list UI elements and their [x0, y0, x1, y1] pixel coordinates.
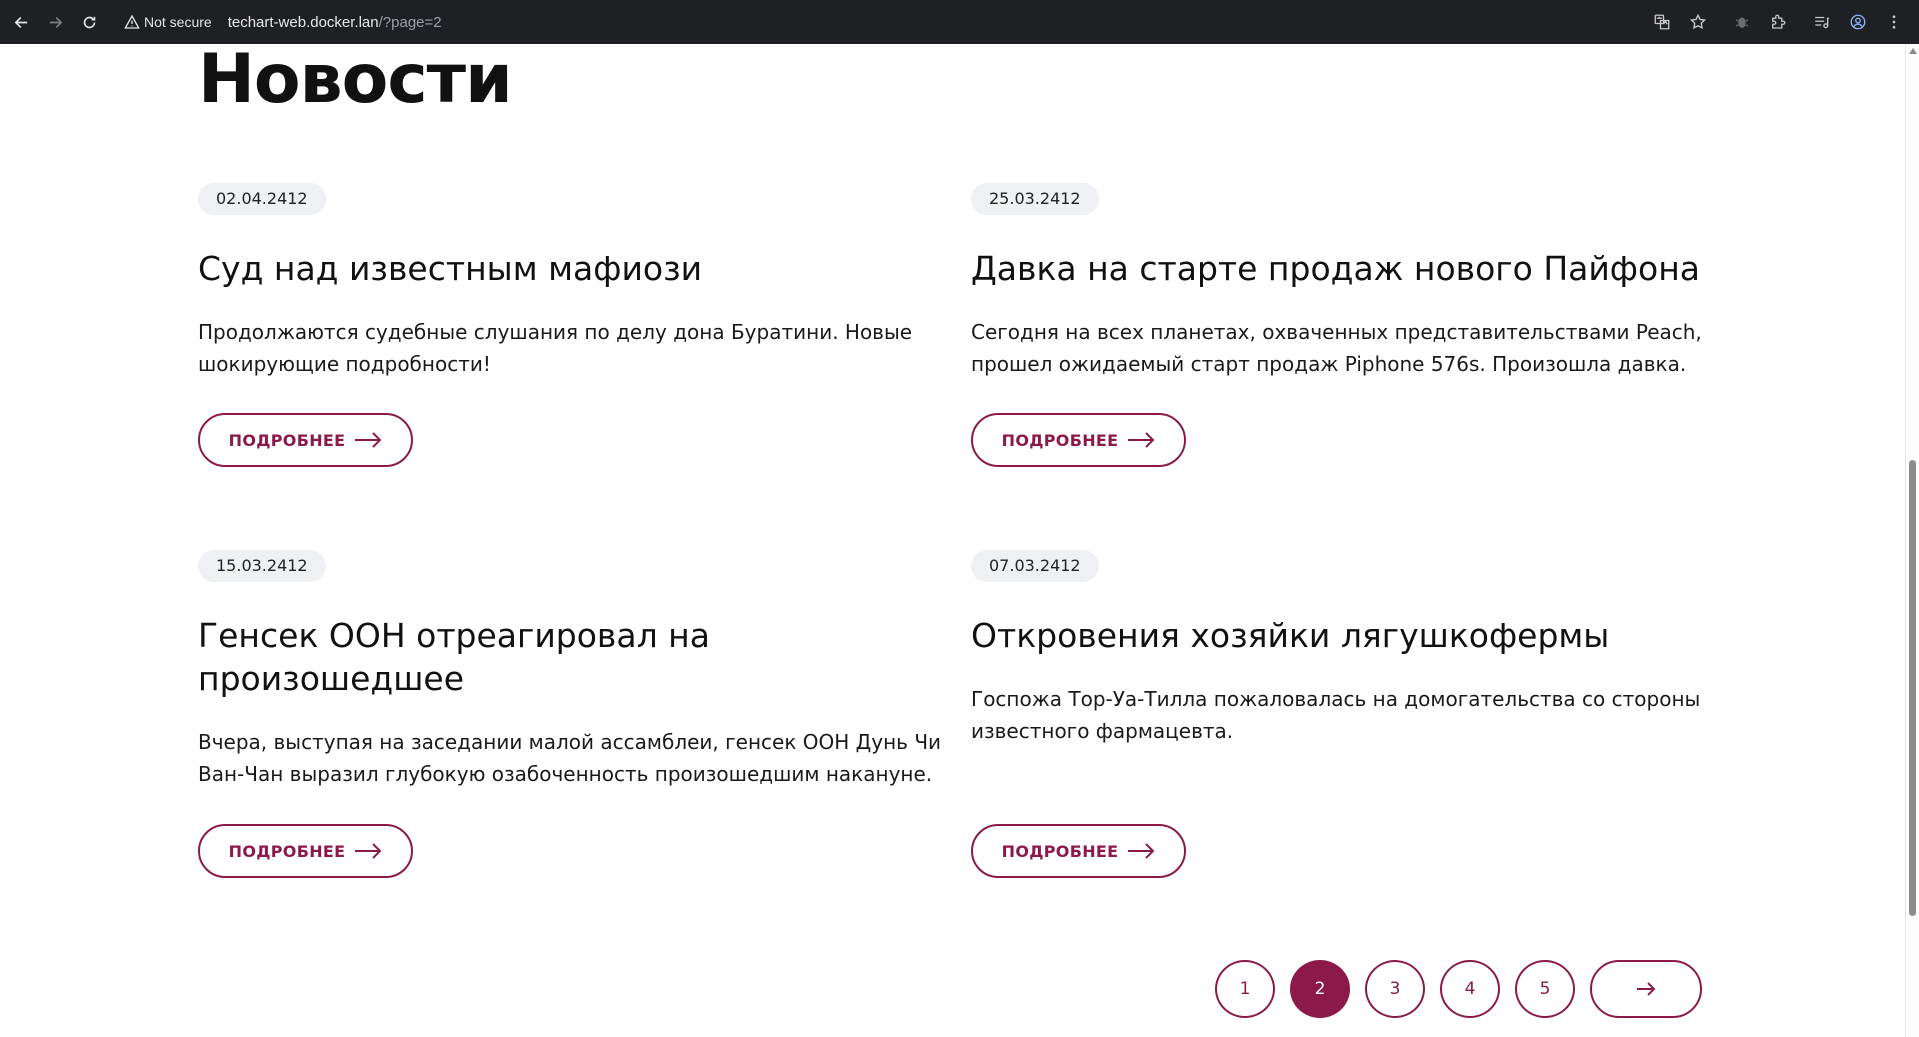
url-path: /?page=2	[378, 13, 442, 31]
more-button[interactable]: ПОДРОБНЕЕ	[971, 824, 1186, 878]
page-title: Новости	[198, 44, 513, 119]
date-badge: 02.04.2412	[198, 183, 326, 215]
page-link-3[interactable]: 3	[1365, 960, 1425, 1018]
menu-dots-icon[interactable]	[1883, 11, 1905, 33]
news-title[interactable]: Генсек ООН отреагировал на произошедшее	[198, 614, 758, 700]
bug-icon[interactable]	[1731, 11, 1753, 33]
news-title[interactable]: Откровения хозяйки лягушкофермы	[971, 614, 1731, 657]
more-button[interactable]: ПОДРОБНЕЕ	[971, 413, 1186, 467]
news-card: 07.03.2412 Откровения хозяйки лягушкофер…	[971, 550, 1731, 890]
url-host: techart-web.docker.lan	[227, 13, 379, 31]
extensions-icon[interactable]	[1767, 11, 1789, 33]
news-excerpt: Продолжаются судебные слушания по делу д…	[198, 320, 913, 376]
pagination: 1 2 3 4 5	[1215, 960, 1702, 1018]
page-viewport: Новости 02.04.2412 Суд над известным маф…	[0, 44, 1905, 1037]
page-link-4[interactable]: 4	[1440, 960, 1500, 1018]
scrollbar-thumb[interactable]	[1909, 460, 1916, 916]
arrow-right-icon	[1128, 432, 1155, 448]
news-card: 15.03.2412 Генсек ООН отреагировал на пр…	[198, 550, 958, 890]
more-button[interactable]: ПОДРОБНЕЕ	[198, 413, 413, 467]
profile-avatar-icon[interactable]	[1847, 11, 1869, 33]
more-button-label: ПОДРОБНЕЕ	[1001, 430, 1119, 450]
page-link-5[interactable]: 5	[1515, 960, 1575, 1018]
arrow-right-icon	[355, 432, 382, 448]
forward-icon[interactable]	[42, 9, 68, 35]
media-playlist-icon[interactable]	[1811, 11, 1833, 33]
news-title[interactable]: Суд над известным мафиози	[198, 247, 958, 290]
more-button-label: ПОДРОБНЕЕ	[228, 430, 346, 450]
reload-icon[interactable]	[76, 9, 102, 35]
page-link-2-current[interactable]: 2	[1290, 960, 1350, 1018]
arrow-right-icon	[1128, 843, 1155, 859]
arrow-right-icon	[1637, 982, 1656, 996]
date-badge: 15.03.2412	[198, 550, 326, 582]
page-scrollbar[interactable]	[1905, 44, 1919, 1037]
translate-icon[interactable]	[1651, 11, 1673, 33]
date-badge: 25.03.2412	[971, 183, 1099, 215]
next-page-button[interactable]	[1590, 960, 1702, 1018]
news-card: 02.04.2412 Суд над известным мафиози Про…	[198, 183, 958, 473]
bookmark-star-icon[interactable]	[1687, 11, 1709, 33]
news-excerpt: Вчера, выступая на заседании малой ассам…	[198, 730, 942, 786]
browser-toolbar: Not secure techart-web.docker.lan/?page=…	[0, 0, 1919, 44]
address-bar[interactable]: Not secure techart-web.docker.lan/?page=…	[124, 7, 442, 37]
news-excerpt: Сегодня на всех планетах, охваченных пре…	[971, 320, 1702, 376]
arrow-right-icon	[355, 843, 382, 859]
more-button-label: ПОДРОБНЕЕ	[1001, 841, 1119, 861]
back-icon[interactable]	[8, 9, 34, 35]
warning-icon	[124, 14, 140, 29]
scroll-up-arrow-icon[interactable]	[1909, 48, 1917, 54]
page-link-1[interactable]: 1	[1215, 960, 1275, 1018]
more-button[interactable]: ПОДРОБНЕЕ	[198, 824, 413, 878]
security-label[interactable]: Not secure	[144, 14, 212, 30]
news-excerpt: Госпожа Тор-Уа-Тилла пожаловалась на дом…	[971, 687, 1701, 743]
date-badge: 07.03.2412	[971, 550, 1099, 582]
more-button-label: ПОДРОБНЕЕ	[228, 841, 346, 861]
news-card: 25.03.2412 Давка на старте продаж нового…	[971, 183, 1731, 473]
news-title[interactable]: Давка на старте продаж нового Пайфона	[971, 247, 1731, 290]
